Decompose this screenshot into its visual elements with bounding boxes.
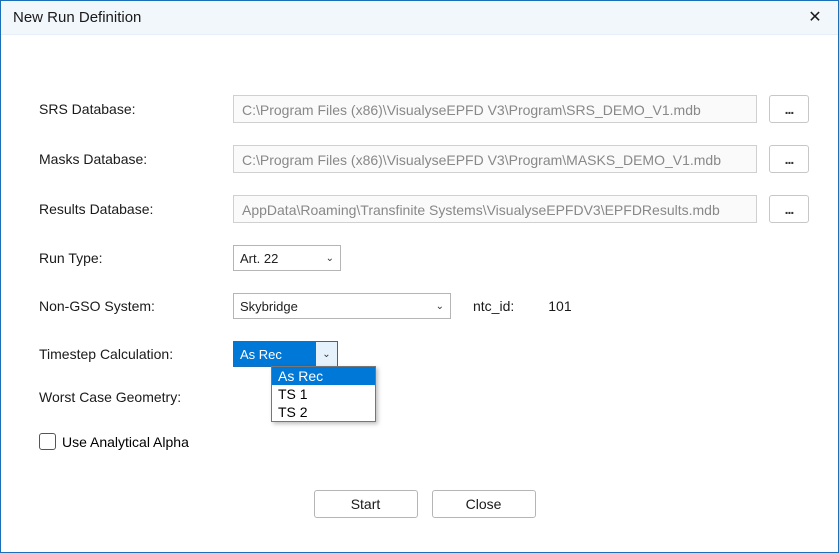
dialog-body: SRS Database: C:\Program Files (x86)\Vis… bbox=[1, 35, 838, 538]
non-gso-select[interactable]: Skybridge ⌄ bbox=[233, 293, 451, 319]
start-button[interactable]: Start bbox=[314, 490, 418, 518]
footer-buttons: Start Close bbox=[39, 490, 810, 518]
timestep-dropdown-button[interactable]: ⌄ bbox=[315, 342, 337, 366]
timestep-option-ts2[interactable]: TS 2 bbox=[272, 403, 375, 421]
window-close-button[interactable]: ✕ bbox=[792, 1, 838, 35]
srs-database-path[interactable]: C:\Program Files (x86)\VisualyseEPFD V3\… bbox=[233, 95, 757, 123]
label-non-gso: Non-GSO System: bbox=[39, 298, 233, 314]
browse-srs-button[interactable]: ... bbox=[769, 95, 809, 123]
chevron-down-icon: ⌄ bbox=[322, 349, 330, 360]
run-type-select[interactable]: Art. 22 ⌄ bbox=[233, 245, 341, 271]
label-worst-case: Worst Case Geometry: bbox=[39, 389, 233, 405]
label-timestep: Timestep Calculation: bbox=[39, 346, 233, 362]
row-timestep: Timestep Calculation: As Rec ⌄ As Rec TS… bbox=[39, 341, 810, 367]
window-title: New Run Definition bbox=[13, 9, 792, 26]
ntc-id-value: 101 bbox=[548, 298, 571, 314]
label-srs-database: SRS Database: bbox=[39, 101, 233, 117]
browse-masks-button[interactable]: ... bbox=[769, 145, 809, 173]
close-icon: ✕ bbox=[808, 10, 821, 26]
chevron-down-icon: ⌄ bbox=[326, 253, 334, 264]
chevron-down-icon: ⌄ bbox=[436, 301, 444, 312]
row-worst-case: Worst Case Geometry: bbox=[39, 389, 810, 405]
dialog-window: New Run Definition ✕ SRS Database: C:\Pr… bbox=[0, 0, 839, 553]
label-results-database: Results Database: bbox=[39, 201, 233, 217]
row-masks-database: Masks Database: C:\Program Files (x86)\V… bbox=[39, 145, 810, 173]
row-use-analytical-alpha: Use Analytical Alpha bbox=[39, 433, 810, 450]
timestep-select[interactable]: As Rec ⌄ bbox=[233, 341, 338, 367]
label-use-analytical-alpha: Use Analytical Alpha bbox=[62, 434, 189, 450]
masks-database-path[interactable]: C:\Program Files (x86)\VisualyseEPFD V3\… bbox=[233, 145, 757, 173]
titlebar: New Run Definition ✕ bbox=[1, 1, 838, 35]
timestep-option-ts1[interactable]: TS 1 bbox=[272, 385, 375, 403]
results-database-path[interactable]: AppData\Roaming\Transfinite Systems\Visu… bbox=[233, 195, 757, 223]
run-type-value: Art. 22 bbox=[240, 251, 278, 266]
row-srs-database: SRS Database: C:\Program Files (x86)\Vis… bbox=[39, 95, 810, 123]
row-run-type: Run Type: Art. 22 ⌄ bbox=[39, 245, 810, 271]
close-button[interactable]: Close bbox=[432, 490, 536, 518]
timestep-value: As Rec bbox=[234, 342, 315, 366]
label-ntc-id: ntc_id: bbox=[473, 298, 514, 314]
timestep-dropdown-list: As Rec TS 1 TS 2 bbox=[271, 366, 376, 422]
use-analytical-alpha-checkbox[interactable] bbox=[39, 433, 56, 450]
label-masks-database: Masks Database: bbox=[39, 151, 233, 167]
non-gso-value: Skybridge bbox=[240, 299, 298, 314]
row-results-database: Results Database: AppData\Roaming\Transf… bbox=[39, 195, 810, 223]
timestep-option-as-rec[interactable]: As Rec bbox=[272, 367, 375, 385]
label-run-type: Run Type: bbox=[39, 250, 233, 266]
row-non-gso: Non-GSO System: Skybridge ⌄ ntc_id: 101 bbox=[39, 293, 810, 319]
browse-results-button[interactable]: ... bbox=[769, 195, 809, 223]
